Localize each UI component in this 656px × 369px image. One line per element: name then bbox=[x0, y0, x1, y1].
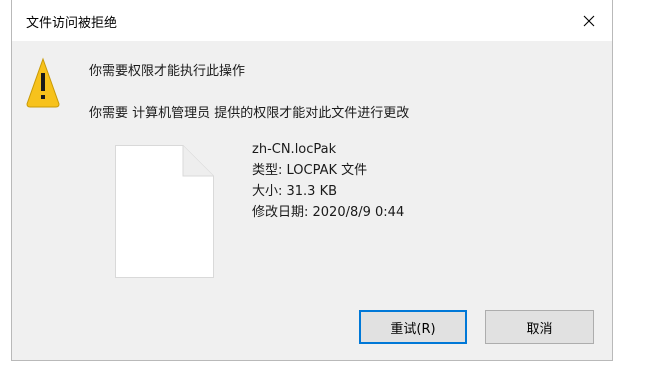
file-modified: 修改日期: 2020/8/9 0:44 bbox=[252, 205, 405, 220]
close-button[interactable] bbox=[566, 0, 612, 41]
file-details: zh-CN.locPak 类型: LOCPAK 文件 大小: 31.3 KB 修… bbox=[252, 139, 404, 223]
file-size: 大小: 31.3 KB bbox=[252, 184, 338, 199]
window-title: 文件访问被拒绝 bbox=[26, 16, 118, 31]
warning-icon bbox=[26, 57, 60, 108]
message-heading: 你需要权限才能执行此操作 bbox=[89, 64, 246, 79]
file-name: zh-CN.locPak bbox=[252, 142, 337, 157]
cancel-button[interactable]: 取消 bbox=[485, 310, 594, 344]
retry-button[interactable]: 重试(R) bbox=[359, 310, 467, 344]
message-detail: 你需要 计算机管理员 提供的权限才能对此文件进行更改 bbox=[89, 106, 410, 121]
close-icon bbox=[583, 15, 595, 26]
file-icon bbox=[115, 145, 214, 278]
file-type: 类型: LOCPAK 文件 bbox=[252, 163, 368, 178]
title-bar: 文件访问被拒绝 bbox=[12, 0, 612, 41]
file-access-denied-dialog: 文件访问被拒绝 你需要权限才能执行此操作 你需要 计算机管理员 提供的权限才能对… bbox=[11, 0, 613, 361]
background-area bbox=[622, 0, 656, 369]
